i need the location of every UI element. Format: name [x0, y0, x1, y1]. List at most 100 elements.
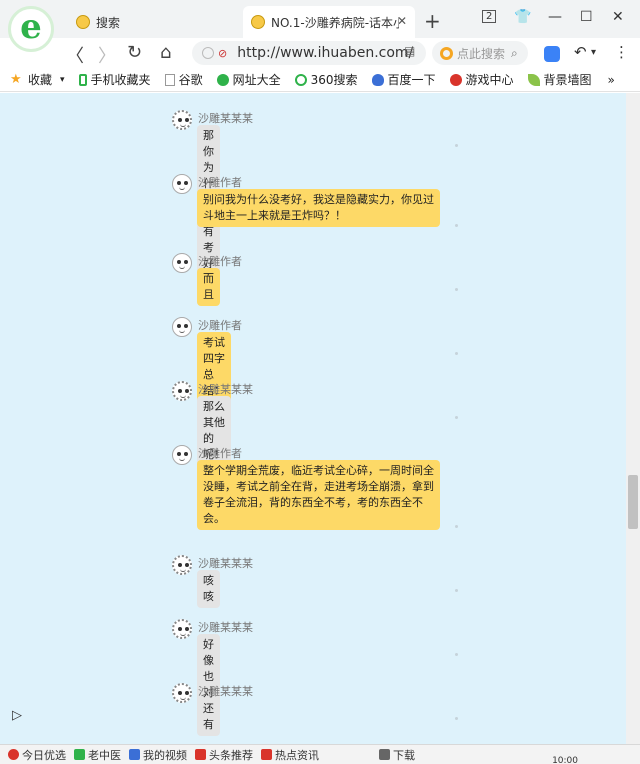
sender-name: 沙雕某某某: [198, 621, 253, 634]
sender-name: 沙雕作者: [198, 255, 242, 268]
bookmark-wallpaper[interactable]: 背景墙图: [527, 71, 592, 88]
insecure-icon: ⊘: [218, 46, 228, 60]
menu-icon[interactable]: ⋮: [614, 43, 630, 61]
back-button[interactable]: 〈: [66, 42, 84, 68]
chat-content[interactable]: 沙雕某某某 那你为什么没有考好 沙雕作者 别问我为什么没考好，我这是隐藏实力，你…: [0, 93, 626, 744]
bookmark-baidu[interactable]: 百度一下: [371, 71, 436, 88]
status-label: 我的视频: [143, 748, 187, 762]
bookmark-label: 背景墙图: [543, 73, 592, 87]
message-bubble: 咳咳: [197, 570, 220, 608]
avatar[interactable]: [172, 253, 192, 273]
navigation-toolbar: 〈 〉 ↻ ⌂ ⊘ http://www.ihuaben.com/ ▤ 点此搜索…: [0, 38, 640, 68]
browser-logo-letter: e: [20, 7, 42, 47]
divider-dot: [455, 717, 458, 720]
scrollbar[interactable]: [626, 93, 640, 744]
headlines-icon: [195, 749, 206, 760]
reader-mode-icon[interactable]: ▤: [404, 44, 415, 58]
browser-logo[interactable]: e: [8, 6, 54, 52]
divider-dot: [455, 288, 458, 291]
status-item-headlines[interactable]: 头条推荐: [195, 747, 253, 763]
avatar[interactable]: [172, 445, 192, 465]
bookmark-label: 谷歌: [178, 73, 203, 87]
avatar[interactable]: [172, 555, 192, 575]
avatar[interactable]: [172, 317, 192, 337]
bookmark-games[interactable]: 游戏中心: [449, 71, 514, 88]
tab-label: NO.1-沙雕养病院-话本小说网: [271, 15, 399, 30]
status-label: 下载: [393, 748, 415, 762]
scrollbar-thumb[interactable]: [628, 475, 638, 529]
status-item-news[interactable]: 热点资讯: [261, 747, 319, 763]
picks-icon: [8, 749, 19, 760]
maximize-button[interactable]: ☐: [580, 9, 593, 25]
tab-favicon-icon: [76, 15, 90, 29]
sidebar-toggle-icon[interactable]: ▷: [12, 708, 22, 723]
reload-button[interactable]: ↻: [127, 42, 142, 63]
bookmark-label: 360搜索: [310, 73, 358, 87]
divider-dot: [455, 416, 458, 419]
divider-dot: [455, 224, 458, 227]
bookmark-mobile[interactable]: 手机收藏夹: [78, 71, 151, 88]
avatar[interactable]: [172, 619, 192, 639]
search-icon[interactable]: ⌕: [511, 46, 518, 61]
game-icon: [449, 73, 462, 86]
forward-button[interactable]: 〉: [98, 42, 116, 68]
new-tab-button[interactable]: +: [424, 9, 441, 33]
close-window-button[interactable]: ✕: [612, 9, 624, 25]
sender-name: 沙雕某某某: [198, 557, 253, 570]
sender-name: 沙雕某某某: [198, 685, 253, 698]
bookmark-menu-icon[interactable]: ▾: [60, 75, 65, 85]
message-bubble: 还有: [197, 698, 220, 736]
avatar[interactable]: [172, 110, 192, 130]
tab-close-icon[interactable]: ✕: [397, 14, 407, 28]
status-bar: 今日优选 老中医 我的视频 头条推荐 热点资讯 下载: [0, 744, 640, 764]
star-icon: ★: [10, 71, 22, 87]
sender-name: 沙雕作者: [198, 176, 242, 189]
search-engine-icon[interactable]: [440, 46, 453, 60]
bookmark-google[interactable]: 谷歌: [164, 71, 203, 88]
tab-favicon-icon: [251, 15, 265, 29]
status-item-download[interactable]: 下载: [379, 747, 415, 763]
tab-bar: e 搜索 NO.1-沙雕养病院-话本小说网 ✕ + 2 👕 — ☐ ✕: [0, 0, 640, 52]
url-text[interactable]: http://www.ihuaben.com/: [237, 45, 413, 61]
news-icon: [261, 749, 272, 760]
home-button[interactable]: ⌂: [160, 42, 171, 63]
status-label: 热点资讯: [275, 748, 319, 762]
tab-count-button[interactable]: 2: [482, 10, 497, 23]
divider-dot: [455, 525, 458, 528]
tab-search[interactable]: 搜索: [76, 6, 236, 38]
tab-active[interactable]: NO.1-沙雕养病院-话本小说网 ✕: [243, 6, 415, 38]
avatar[interactable]: [172, 381, 192, 401]
minimize-button[interactable]: —: [548, 9, 562, 25]
bookmark-label: 网址大全: [232, 73, 281, 87]
undo-icon[interactable]: ↶: [574, 43, 587, 61]
status-label: 今日优选: [22, 748, 66, 762]
bookmark-favorites[interactable]: ★ 收藏 ▾: [10, 71, 65, 88]
sender-name: 沙雕某某某: [198, 383, 253, 396]
bookmarks-bar: ★ 收藏 ▾ 手机收藏夹 谷歌 网址大全 360搜索 百度一下 游戏中心 背景墙…: [0, 68, 640, 92]
apps-icon[interactable]: [544, 46, 560, 62]
search-box[interactable]: 点此搜索 ⌕: [432, 41, 528, 65]
page-icon: [164, 73, 175, 86]
bookmark-360[interactable]: 360搜索: [294, 71, 358, 88]
leaf-icon: [527, 73, 540, 86]
status-item-picks[interactable]: 今日优选: [8, 747, 66, 763]
skin-icon[interactable]: 👕: [514, 9, 531, 25]
site-info-icon[interactable]: [202, 47, 214, 59]
status-item-video[interactable]: 我的视频: [129, 747, 187, 763]
bookmark-nav[interactable]: 网址大全: [216, 71, 281, 88]
search-input[interactable]: 点此搜索: [457, 45, 505, 62]
address-bar[interactable]: ⊘ http://www.ihuaben.com/: [192, 41, 426, 65]
status-item-doctor[interactable]: 老中医: [74, 747, 121, 763]
avatar[interactable]: [172, 683, 192, 703]
bookmark-label: 百度一下: [387, 73, 436, 87]
divider-dot: [455, 653, 458, 656]
bookmarks-more-button[interactable]: »: [608, 73, 615, 87]
message-bubble: 整个学期全荒废，临近考试全心碎，一周时间全没睡，考试之前全在背，走进考场全崩溃，…: [197, 460, 440, 530]
paw-icon: [371, 73, 384, 86]
avatar[interactable]: [172, 174, 192, 194]
undo-menu-icon[interactable]: ▾: [591, 47, 596, 58]
divider-dot: [455, 352, 458, 355]
tab-label: 搜索: [96, 15, 121, 30]
sender-name: 沙雕某某某: [198, 112, 253, 125]
message-bubble: 而且: [197, 268, 220, 306]
